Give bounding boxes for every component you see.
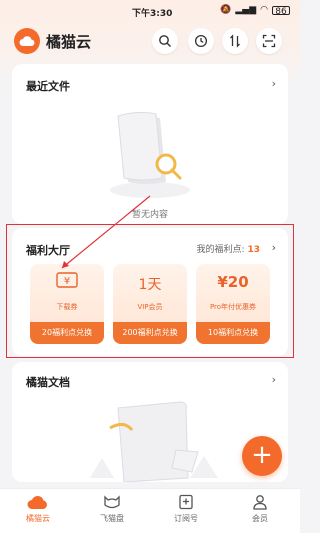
docs-title: 橘猫文档 bbox=[26, 376, 70, 389]
tab-feimao[interactable]: 飞猫盘 bbox=[82, 493, 142, 524]
cat-icon bbox=[82, 493, 142, 511]
subscribe-icon bbox=[156, 493, 216, 511]
document-illustration bbox=[90, 401, 218, 482]
cloud-icon bbox=[8, 493, 68, 511]
tab-member[interactable]: 会员 bbox=[230, 493, 290, 524]
tab-subscribe-label: 订阅号 bbox=[174, 514, 198, 523]
member-icon bbox=[230, 493, 290, 511]
tab-subscribe[interactable]: 订阅号 bbox=[156, 493, 216, 524]
tab-feimao-label: 飞猫盘 bbox=[100, 514, 124, 523]
tab-member-label: 会员 bbox=[252, 514, 268, 523]
add-button[interactable]: + bbox=[242, 436, 282, 476]
tab-cloud-label: 橘猫云 bbox=[26, 514, 50, 523]
bottom-tab-bar: 橘猫云 飞猫盘 订阅号 会员 bbox=[0, 488, 300, 533]
tab-cloud[interactable]: 橘猫云 bbox=[8, 493, 68, 524]
chevron-right-icon[interactable]: › bbox=[272, 373, 276, 386]
